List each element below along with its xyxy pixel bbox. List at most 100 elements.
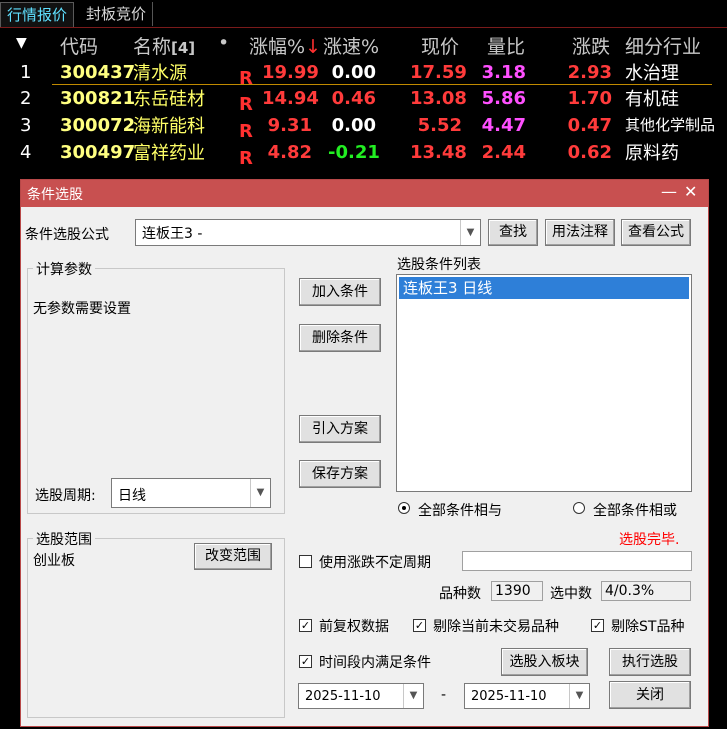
execute-select-button[interactable]: 执行选股 — [609, 648, 691, 676]
chevron-down-icon[interactable]: ▼ — [403, 684, 423, 708]
row-index: 1 — [20, 62, 32, 83]
radio-all-or-label[interactable]: 全部条件相或 — [593, 500, 677, 520]
row-change: 2.93 — [567, 62, 612, 83]
row-code: 300497 — [60, 142, 136, 163]
chevron-down-icon[interactable]: ▼ — [250, 479, 270, 507]
formula-label: 条件选股公式 — [25, 227, 109, 243]
header-price[interactable]: 现价 — [421, 32, 459, 59]
selected-value: 4/0.3% — [601, 581, 691, 601]
tab-quotes[interactable]: 行情报价 — [0, 2, 75, 27]
date-to-picker[interactable]: 2025-11-10 ▼ — [464, 683, 590, 709]
exclude-st-checkbox[interactable]: ✓ — [591, 619, 604, 632]
row-name: 清水源 — [133, 63, 187, 84]
row-change-pct: 14.94 — [262, 88, 319, 109]
use-var-period-checkbox[interactable] — [299, 555, 312, 568]
usage-notes-button[interactable]: 用法注释 — [545, 219, 615, 246]
change-range-button[interactable]: 改变范围 — [194, 543, 272, 570]
row-industry: 有机硅 — [625, 89, 679, 110]
view-formula-button[interactable]: 查看公式 — [621, 219, 691, 246]
row-price: 17.59 — [410, 62, 467, 83]
header-change-pct[interactable]: 涨幅%↓ — [249, 32, 321, 59]
formula-value: 连板王3 - — [142, 226, 203, 242]
list-item[interactable]: 连板王3 日线 — [399, 277, 689, 299]
close-icon[interactable]: ✕ — [684, 182, 697, 201]
row-industry: 其他化学制品 — [625, 116, 716, 134]
row-price: 13.08 — [410, 88, 467, 109]
header-industry[interactable]: 细分行业 — [625, 32, 701, 59]
date-from-picker[interactable]: 2025-11-10 ▼ — [298, 683, 424, 709]
row-change-pct: 19.99 — [262, 62, 319, 83]
var-period-input[interactable] — [462, 551, 692, 571]
exclude-st-label[interactable]: 剔除ST品种 — [611, 616, 684, 636]
exclude-untraded-label[interactable]: 剔除当前未交易品种 — [433, 616, 559, 636]
row-industry: 水治理 — [625, 63, 679, 84]
period-label: 选股周期: — [35, 488, 96, 504]
range-group-title: 选股范围 — [33, 529, 95, 549]
row-industry: 原料药 — [625, 143, 679, 164]
selected-label: 选中数 — [550, 586, 592, 602]
row-volume-ratio: 4.47 — [481, 115, 526, 136]
tab-limit-bidding[interactable]: 封板竞价 — [80, 2, 154, 26]
header-dot: • — [218, 32, 230, 54]
period-value: 日线 — [118, 488, 146, 504]
adj-data-checkbox[interactable]: ✓ — [299, 619, 312, 632]
header-name[interactable]: 名称[4] — [133, 32, 195, 59]
condition-list-label: 选股条件列表 — [397, 257, 481, 273]
row-change: 0.47 — [567, 115, 612, 136]
condition-select-dialog: 条件选股 — ✕ 条件选股公式 连板王3 - ▼ 查找 用法注释 查看公式 计算… — [20, 179, 709, 727]
row-name: 海新能科 — [133, 116, 205, 137]
header-change-pct-label: 涨幅% — [249, 36, 306, 58]
period-combo[interactable]: 日线 ▼ — [111, 478, 271, 508]
chevron-down-icon[interactable]: ▼ — [569, 684, 589, 708]
row-volume-ratio: 3.18 — [481, 62, 526, 83]
row-price: 5.52 — [417, 115, 462, 136]
minimize-button[interactable]: — — [661, 182, 677, 201]
condition-listbox[interactable]: 连板王3 日线 — [396, 274, 692, 492]
close-button[interactable]: 关闭 — [609, 681, 691, 709]
sort-desc-icon: ↓ — [305, 36, 321, 58]
radio-all-and-label[interactable]: 全部条件相与 — [418, 500, 502, 520]
header-code[interactable]: 代码 — [60, 32, 98, 59]
header-speed[interactable]: 涨速% — [323, 32, 379, 59]
no-params-text: 无参数需要设置 — [33, 301, 131, 317]
add-condition-button[interactable]: 加入条件 — [299, 278, 381, 306]
header-volume-ratio[interactable]: 量比 — [487, 32, 525, 59]
row-code: 300437 — [60, 62, 136, 83]
status-text: 选股完毕. — [619, 532, 680, 548]
exclude-untraded-checkbox[interactable]: ✓ — [413, 619, 426, 632]
import-plan-button[interactable]: 引入方案 — [299, 415, 381, 443]
use-var-period-label[interactable]: 使用涨跌不定周期 — [319, 552, 431, 572]
row-volume-ratio: 5.86 — [481, 88, 526, 109]
row-change: 0.62 — [567, 142, 612, 163]
row-speed: 0.00 — [331, 62, 376, 83]
row-change: 1.70 — [567, 88, 612, 109]
row-code: 300821 — [60, 88, 136, 109]
delete-condition-button[interactable]: 删除条件 — [299, 324, 381, 352]
formula-combo[interactable]: 连板王3 - ▼ — [135, 219, 481, 246]
row-tag: R — [239, 94, 253, 115]
row-volume-ratio: 2.44 — [481, 142, 526, 163]
row-index: 3 — [20, 115, 32, 136]
dialog-titlebar[interactable] — [21, 180, 708, 207]
header-name-count: [4] — [171, 39, 196, 57]
row-speed: 0.00 — [331, 115, 376, 136]
adj-data-label[interactable]: 前复权数据 — [319, 616, 389, 636]
to-block-button[interactable]: 选股入板块 — [501, 648, 588, 676]
time-condition-checkbox[interactable]: ✓ — [299, 655, 312, 668]
row-tag: R — [239, 68, 253, 89]
row-code: 300072 — [60, 115, 136, 136]
header-change[interactable]: 涨跌 — [572, 32, 610, 59]
column-menu-icon[interactable]: ▼ — [16, 35, 27, 51]
row-change-pct: 9.31 — [267, 115, 312, 136]
row-name: 东岳硅材 — [133, 89, 205, 110]
chevron-down-icon[interactable]: ▼ — [460, 220, 480, 245]
count-value: 1390 — [491, 581, 543, 601]
row-price: 13.48 — [410, 142, 467, 163]
find-button[interactable]: 查找 — [488, 219, 538, 246]
radio-all-and[interactable] — [398, 502, 410, 514]
radio-all-or[interactable] — [573, 502, 585, 514]
time-condition-label[interactable]: 时间段内满足条件 — [319, 652, 431, 672]
params-group-title: 计算参数 — [33, 259, 95, 279]
save-plan-button[interactable]: 保存方案 — [299, 460, 381, 488]
range-value: 创业板 — [33, 553, 75, 569]
